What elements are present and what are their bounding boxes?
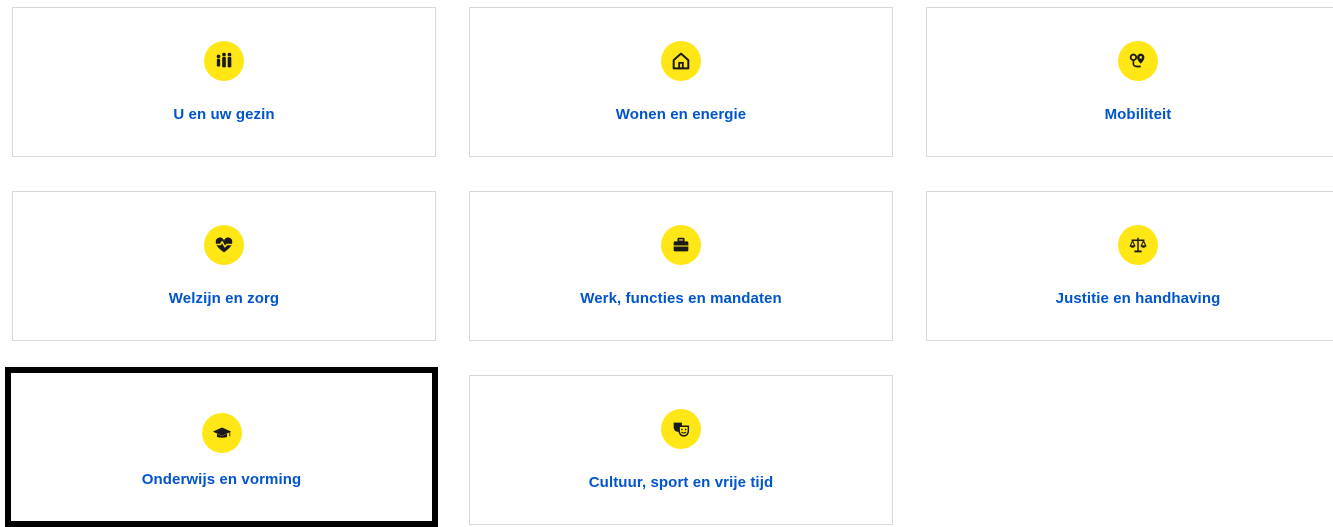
tile-welzijn-en-zorg[interactable]: Welzijn en zorg [12,191,436,341]
theatre-masks-icon [661,409,701,449]
graduation-cap-icon [201,413,242,453]
briefcase-icon [661,225,701,265]
route-icon [1118,41,1158,81]
house-icon [661,41,701,81]
tile-label: U en uw gezin [173,106,275,123]
tile-mobiliteit[interactable]: Mobiliteit [926,7,1333,157]
family-icon [204,41,244,81]
tile-label: Wonen en energie [615,106,747,123]
tile-werk-functies-en-mandaten[interactable]: Werk, functies en mandaten [469,191,893,341]
scales-icon [1118,225,1158,265]
tile-label: Mobiliteit [1104,106,1172,123]
tile-label: Welzijn en zorg [168,290,280,307]
tile-justitie-en-handhaving[interactable]: Justitie en handhaving [926,191,1333,341]
tile-onderwijs-en-vorming[interactable]: Onderwijs en vorming [5,367,438,527]
tile-label: Onderwijs en vorming [141,471,302,488]
heart-pulse-icon [204,225,244,265]
tile-u-en-uw-gezin[interactable]: U en uw gezin [12,7,436,157]
tile-label: Cultuur, sport en vrije tijd [588,474,774,491]
tile-label: Justitie en handhaving [1055,290,1221,307]
tile-cultuur-sport-en-vrije-tijd[interactable]: Cultuur, sport en vrije tijd [469,375,893,525]
tile-label: Werk, functies en mandaten [580,290,782,307]
tile-wonen-en-energie[interactable]: Wonen en energie [469,7,893,157]
